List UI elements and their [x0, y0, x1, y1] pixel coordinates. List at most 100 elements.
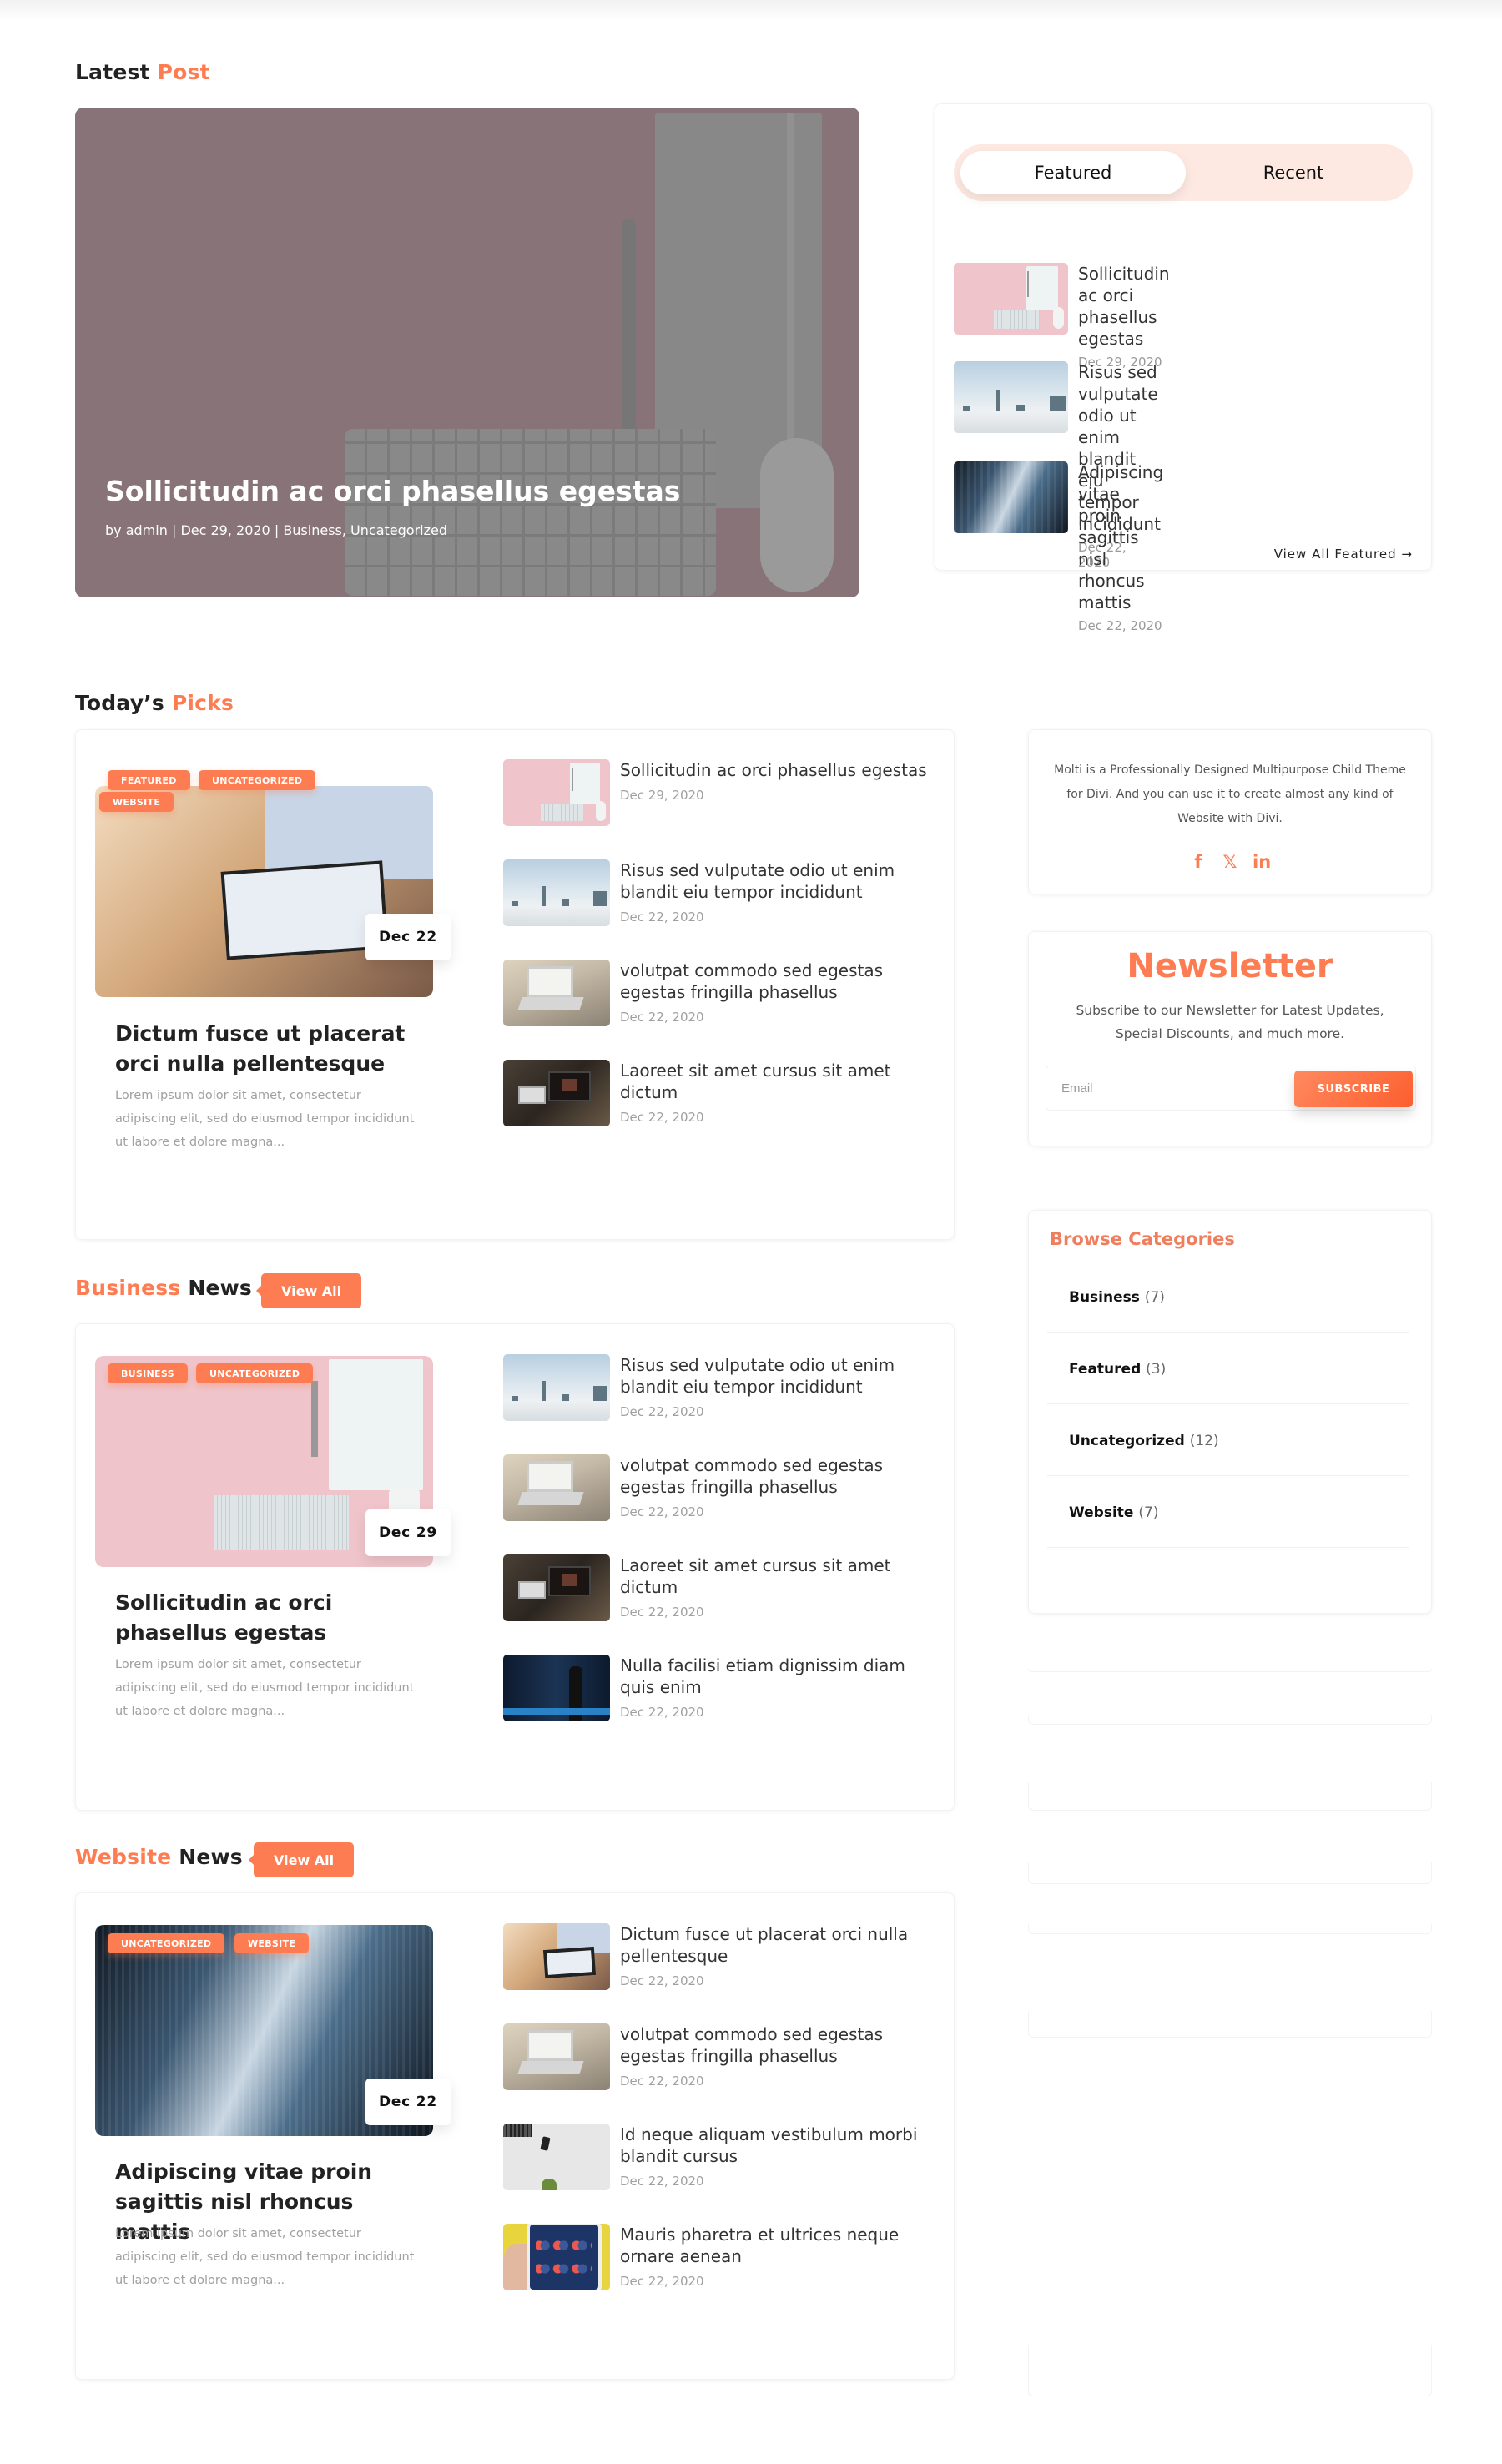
- post-title[interactable]: volutpat commodo sed egestas egestas fri…: [620, 1454, 929, 1498]
- post-thumbnail[interactable]: [503, 2224, 610, 2290]
- post-title[interactable]: Risus sed vulputate odio ut enim blandit…: [620, 859, 929, 903]
- list-item[interactable]: Risus sed vulputate odio ut enim blandit…: [503, 859, 937, 926]
- post-title[interactable]: Mauris pharetra et ultrices neque ornare…: [620, 2224, 929, 2267]
- list-item[interactable]: Laoreet sit amet cursus sit amet dictum …: [503, 1554, 937, 1621]
- tab-featured[interactable]: Featured: [960, 151, 1186, 194]
- list-item[interactable]: Risus sed vulputate odio ut enim blandit…: [503, 1354, 937, 1421]
- tab-recent[interactable]: Recent: [1181, 151, 1406, 194]
- post-title[interactable]: volutpat commodo sed egestas egestas fri…: [620, 2023, 929, 2067]
- facebook-icon[interactable]: f: [1189, 852, 1207, 872]
- post-thumbnail[interactable]: [954, 461, 1068, 533]
- hero-title[interactable]: Sollicitudin ac orci phasellus egestas: [105, 475, 680, 507]
- post-date: Dec 22, 2020: [620, 910, 704, 925]
- newsletter-subtitle: Subscribe to our Newsletter for Latest U…: [1076, 1003, 1384, 1041]
- header-shadow: [0, 0, 1502, 20]
- post-title[interactable]: Adipiscing vitae proin sagittis nisl rho…: [1078, 461, 1163, 613]
- list-item[interactable]: Dictum fusce ut placerat orci nulla pell…: [503, 1923, 937, 1990]
- latest-post-heading: Latest Post: [75, 60, 210, 84]
- subscribe-button[interactable]: SUBSCRIBE: [1294, 1071, 1413, 1107]
- category-name[interactable]: Website: [1069, 1504, 1133, 1521]
- category-item-business[interactable]: Business (7): [1047, 1261, 1409, 1333]
- post-thumbnail[interactable]: [503, 1655, 610, 1721]
- newsletter-form: SUBSCRIBE: [1046, 1066, 1416, 1111]
- category-name[interactable]: Featured: [1069, 1361, 1141, 1378]
- post-thumbnail[interactable]: [503, 859, 610, 926]
- list-item[interactable]: volutpat commodo sed egestas egestas fri…: [503, 2023, 937, 2090]
- post-thumbnail[interactable]: [503, 759, 610, 826]
- heading-accent: Website: [75, 1845, 172, 1869]
- post-date: Dec 22, 2020: [620, 2174, 704, 2189]
- meta-separator: |: [171, 522, 177, 538]
- post-title[interactable]: Id neque aliquam vestibulum morbi blandi…: [620, 2124, 929, 2167]
- post-date: Dec 22, 2020: [1078, 618, 1162, 633]
- post-title[interactable]: Laoreet sit amet cursus sit amet dictum: [620, 1060, 929, 1103]
- business-view-all-button[interactable]: View All: [255, 1273, 362, 1308]
- list-item[interactable]: Sollicitudin ac orci phasellus egestas D…: [503, 759, 937, 826]
- business-news-heading: Business News: [75, 1276, 252, 1300]
- hero-post[interactable]: Sollicitudin ac orci phasellus egestas b…: [75, 108, 859, 597]
- featured-post-title[interactable]: Dictum fusce ut placerat orci nulla pell…: [115, 1019, 432, 1079]
- post-thumbnail[interactable]: [954, 361, 1068, 433]
- post-thumbnail[interactable]: [503, 2023, 610, 2090]
- list-item[interactable]: Adipiscing vitae proin sagittis nisl rho…: [954, 461, 1163, 633]
- view-all-featured-label: View All Featured: [1273, 547, 1397, 562]
- list-item[interactable]: Id neque aliquam vestibulum morbi blandi…: [503, 2124, 937, 2190]
- list-item[interactable]: volutpat commodo sed egestas egestas fri…: [503, 1454, 937, 1521]
- empty-widget: [1028, 1924, 1432, 1934]
- list-item[interactable]: Mauris pharetra et ultrices neque ornare…: [503, 2224, 937, 2290]
- heading-accent: Post: [157, 60, 210, 84]
- post-thumbnail[interactable]: [503, 1554, 610, 1621]
- post-title[interactable]: Dictum fusce ut placerat orci nulla pell…: [620, 1923, 929, 1967]
- post-title[interactable]: Laoreet sit amet cursus sit amet dictum: [620, 1554, 929, 1598]
- list-item[interactable]: Nulla facilisi etiam dignissim diam quis…: [503, 1655, 937, 1721]
- category-item-uncategorized[interactable]: Uncategorized (12): [1047, 1404, 1409, 1476]
- post-thumbnail[interactable]: [503, 2124, 610, 2190]
- tag-uncategorized[interactable]: UNCATEGORIZED: [108, 1933, 225, 1953]
- post-thumbnail[interactable]: [954, 263, 1068, 335]
- post-date: Dec 22, 2020: [620, 1110, 704, 1125]
- post-thumbnail[interactable]: [503, 1454, 610, 1521]
- featured-post-title[interactable]: Sollicitudin ac orci phasellus egestas: [115, 1588, 432, 1648]
- post-date: Dec 22, 2020: [620, 1705, 704, 1720]
- list-item[interactable]: volutpat commodo sed egestas egestas fri…: [503, 960, 937, 1026]
- featured-post-image[interactable]: [95, 786, 433, 997]
- post-title[interactable]: Nulla facilisi etiam dignissim diam quis…: [620, 1655, 929, 1698]
- featured-post-excerpt: Lorem ipsum dolor sit amet, consectetur …: [115, 1658, 415, 1718]
- view-all-featured-link[interactable]: View All Featured →: [1274, 547, 1413, 562]
- heading-plain: Latest: [75, 60, 150, 84]
- post-thumbnail[interactable]: [503, 1354, 610, 1421]
- category-name[interactable]: Business: [1069, 1289, 1140, 1306]
- hero-category-link[interactable]: Business,: [283, 522, 350, 538]
- post-thumbnail[interactable]: [503, 1923, 610, 1990]
- hero-category-link[interactable]: Uncategorized: [350, 522, 447, 538]
- date-badge: Dec 22: [365, 914, 451, 960]
- post-title[interactable]: volutpat commodo sed egestas egestas fri…: [620, 960, 929, 1003]
- x-twitter-icon[interactable]: 𝕏: [1221, 852, 1239, 872]
- post-date: Dec 22, 2020: [620, 2073, 704, 2089]
- todays-picks-card: FEATURED UNCATEGORIZED WEBSITE Dec 22 Di…: [75, 729, 955, 1240]
- tag-website[interactable]: WEBSITE: [99, 792, 174, 812]
- post-thumbnail[interactable]: [503, 960, 610, 1026]
- tag-website[interactable]: WEBSITE: [234, 1933, 310, 1953]
- email-input[interactable]: [1046, 1066, 1288, 1110]
- post-date: Dec 22, 2020: [620, 2274, 704, 2289]
- list-item[interactable]: Laoreet sit amet cursus sit amet dictum …: [503, 1060, 937, 1126]
- post-thumbnail[interactable]: [503, 1060, 610, 1126]
- hero-author-link[interactable]: admin: [126, 522, 168, 538]
- category-name[interactable]: Uncategorized: [1069, 1433, 1185, 1449]
- website-view-all-button[interactable]: View All: [248, 1842, 355, 1877]
- category-item-website[interactable]: Website (7): [1047, 1476, 1409, 1548]
- linkedin-icon[interactable]: in: [1253, 852, 1271, 872]
- list-item[interactable]: Sollicitudin ac orci phasellus egestas D…: [954, 263, 1170, 370]
- tag-uncategorized[interactable]: UNCATEGORIZED: [196, 1363, 314, 1383]
- date-badge: Dec 22: [365, 2079, 451, 2125]
- post-date: Dec 22, 2020: [620, 1504, 704, 1519]
- tag-featured[interactable]: FEATURED: [108, 770, 190, 790]
- post-title[interactable]: Sollicitudin ac orci phasellus egestas: [620, 759, 929, 781]
- tag-business[interactable]: BUSINESS: [108, 1363, 188, 1383]
- category-item-featured[interactable]: Featured (3): [1047, 1333, 1409, 1404]
- post-title[interactable]: Sollicitudin ac orci phasellus egestas: [1078, 263, 1170, 350]
- tag-uncategorized[interactable]: UNCATEGORIZED: [199, 770, 316, 790]
- category-count: (7): [1138, 1504, 1159, 1521]
- post-title[interactable]: Risus sed vulputate odio ut enim blandit…: [620, 1354, 929, 1398]
